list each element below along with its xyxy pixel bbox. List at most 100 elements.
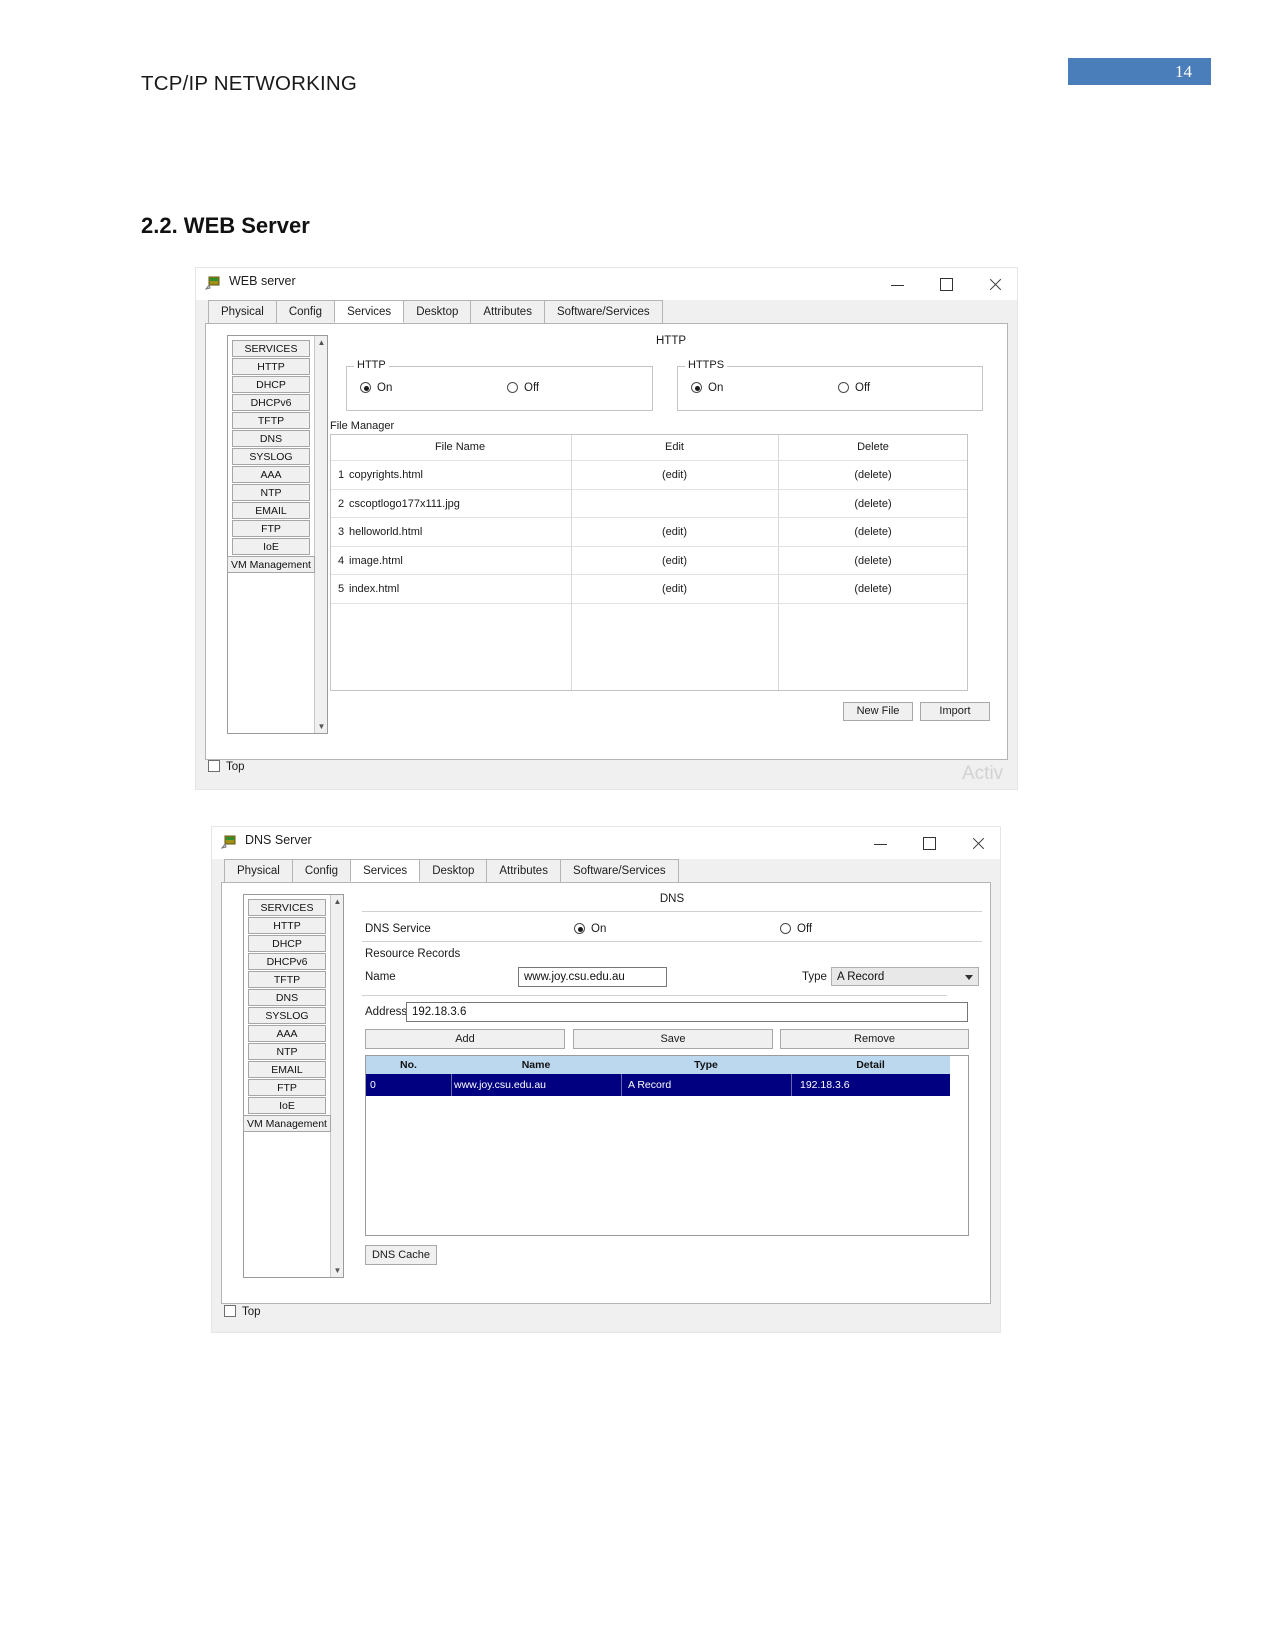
tab-services[interactable]: Services [350, 859, 421, 882]
import-button[interactable]: Import [920, 702, 990, 721]
minimize-icon[interactable] [859, 827, 903, 859]
cell-delete-link[interactable]: (delete) [778, 575, 968, 604]
tab-config[interactable]: Config [275, 300, 336, 323]
scroll-down-arrow[interactable]: ▼ [333, 1266, 342, 1275]
https-on-radio[interactable]: On [691, 382, 723, 394]
cell-edit-link[interactable] [571, 490, 778, 519]
dns-records-table[interactable]: No. Name Type Detail 0 www.joy.csu.edu.a… [365, 1055, 969, 1236]
table-row[interactable]: 4 image.html (edit) (delete) [331, 547, 968, 576]
dns-server-titlebar[interactable]: DNS Server [212, 827, 1000, 859]
http-off-radio[interactable]: Off [507, 382, 539, 394]
sidebar-item-dhcpv6[interactable]: DHCPv6 [232, 394, 310, 411]
record-name-input[interactable]: www.joy.csu.edu.au [518, 967, 667, 987]
table-row[interactable]: 3 helloworld.html (edit) (delete) [331, 518, 967, 547]
table-row[interactable]: 5 index.html (edit) (delete) [331, 575, 967, 604]
sidebar-item-ftp[interactable]: FTP [248, 1079, 326, 1096]
cell-detail: 192.18.3.6 [800, 1079, 850, 1091]
maximize-icon[interactable] [925, 268, 969, 300]
sidebar-item-syslog[interactable]: SYSLOG [232, 448, 310, 465]
sidebar-item-services[interactable]: SERVICES [232, 340, 310, 357]
save-record-button[interactable]: Save [573, 1029, 773, 1049]
dns-on-label: On [591, 923, 607, 935]
tab-desktop[interactable]: Desktop [419, 859, 488, 882]
sidebar-item-services[interactable]: SERVICES [248, 899, 326, 916]
sidebar-item-http[interactable]: HTTP [248, 917, 326, 934]
cell-edit-link[interactable]: (edit) [571, 547, 778, 576]
cell-delete-link[interactable]: (delete) [778, 490, 968, 519]
sidebar-item-syslog[interactable]: SYSLOG [248, 1007, 326, 1024]
file-manager-legend: File Manager [330, 420, 395, 432]
tab-physical[interactable]: Physical [224, 859, 293, 882]
sidebar-item-ioe[interactable]: IoE [248, 1097, 326, 1114]
https-off-radio[interactable]: Off [838, 382, 870, 394]
tab-config[interactable]: Config [291, 859, 352, 882]
table-row[interactable]: 1 copyrights.html (edit) (delete) [331, 461, 967, 490]
sidebar-item-aaa[interactable]: AAA [232, 466, 310, 483]
sidebar-item-dns[interactable]: DNS [248, 989, 326, 1006]
tab-desktop[interactable]: Desktop [403, 300, 472, 323]
sidebar-item-aaa[interactable]: AAA [248, 1025, 326, 1042]
radio-off-icon [838, 382, 849, 393]
scroll-up-arrow[interactable]: ▲ [317, 338, 326, 347]
dns-top-checkbox[interactable]: Top [224, 1305, 261, 1318]
sidebar-item-dhcp[interactable]: DHCP [232, 376, 310, 393]
web-services-sidebar[interactable]: ▲ ▼ SERVICES HTTP DHCP DHCPv6 TFTP DNS S… [227, 335, 328, 734]
web-server-titlebar[interactable]: WEB server [196, 268, 1017, 300]
table-row[interactable]: 0 www.joy.csu.edu.au A Record 192.18.3.6 [366, 1074, 950, 1096]
sidebar-scrollbar[interactable]: ▲ ▼ [314, 336, 327, 733]
dns-services-sidebar[interactable]: ▲ ▼ SERVICES HTTP DHCP DHCPv6 TFTP DNS S… [243, 894, 344, 1278]
dns-cache-button[interactable]: DNS Cache [365, 1245, 437, 1265]
sidebar-scrollbar[interactable]: ▲ ▼ [330, 895, 343, 1277]
sidebar-item-http[interactable]: HTTP [232, 358, 310, 375]
dns-service-off-radio[interactable]: Off [780, 923, 812, 935]
cell-edit-link[interactable]: (edit) [571, 518, 778, 547]
tab-software-services[interactable]: Software/Services [559, 859, 679, 882]
sidebar-item-dhcp[interactable]: DHCP [248, 935, 326, 952]
remove-record-button[interactable]: Remove [780, 1029, 969, 1049]
tab-physical[interactable]: Physical [208, 300, 277, 323]
close-icon[interactable] [956, 827, 1000, 859]
scroll-up-arrow[interactable]: ▲ [333, 897, 342, 906]
sidebar-item-ntp[interactable]: NTP [248, 1043, 326, 1060]
record-type-label: Type [802, 971, 827, 983]
chevron-down-icon [965, 975, 973, 980]
sidebar-item-dns[interactable]: DNS [232, 430, 310, 447]
cell-delete-link[interactable]: (delete) [778, 547, 968, 576]
column-header-detail: Detail [856, 1059, 885, 1071]
dns-service-on-radio[interactable]: On [574, 923, 606, 935]
record-address-input[interactable]: 192.18.3.6 [406, 1002, 968, 1022]
sidebar-item-ftp[interactable]: FTP [232, 520, 310, 537]
new-file-button[interactable]: New File [843, 702, 913, 721]
minimize-icon[interactable] [876, 268, 920, 300]
record-type-select[interactable]: A Record [831, 967, 979, 986]
sidebar-item-ntp[interactable]: NTP [232, 484, 310, 501]
sidebar-item-tftp[interactable]: TFTP [248, 971, 326, 988]
sidebar-item-vm-management[interactable]: VM Management [243, 1115, 331, 1132]
sidebar-item-ioe[interactable]: IoE [232, 538, 310, 555]
table-row[interactable]: 2 cscoptlogo177x111.jpg (delete) [331, 490, 968, 519]
add-record-button[interactable]: Add [365, 1029, 565, 1049]
http-on-radio[interactable]: On [360, 382, 392, 394]
cell-edit-link[interactable]: (edit) [571, 575, 778, 604]
web-top-checkbox[interactable]: Top [208, 760, 245, 773]
tab-software-services[interactable]: Software/Services [543, 300, 663, 323]
record-address-label: Address [365, 1006, 408, 1018]
sidebar-item-dhcpv6[interactable]: DHCPv6 [248, 953, 326, 970]
sidebar-item-email[interactable]: EMAIL [248, 1061, 326, 1078]
scroll-down-arrow[interactable]: ▼ [317, 722, 326, 731]
sidebar-item-tftp[interactable]: TFTP [232, 412, 310, 429]
cell-delete-link[interactable]: (delete) [778, 518, 968, 547]
tab-attributes[interactable]: Attributes [486, 859, 561, 882]
tab-services[interactable]: Services [334, 300, 405, 323]
maximize-icon[interactable] [908, 827, 952, 859]
sidebar-item-vm-management[interactable]: VM Management [227, 556, 315, 573]
tab-attributes[interactable]: Attributes [470, 300, 545, 323]
dns-service-label: DNS Service [365, 923, 431, 935]
cell-delete-link[interactable]: (delete) [778, 461, 968, 490]
close-icon[interactable] [973, 268, 1017, 300]
column-header-no: No. [400, 1059, 417, 1071]
cell-file-name: index.html [349, 583, 400, 595]
cell-file-name: copyrights.html [349, 469, 423, 481]
cell-edit-link[interactable]: (edit) [571, 461, 778, 490]
sidebar-item-email[interactable]: EMAIL [232, 502, 310, 519]
